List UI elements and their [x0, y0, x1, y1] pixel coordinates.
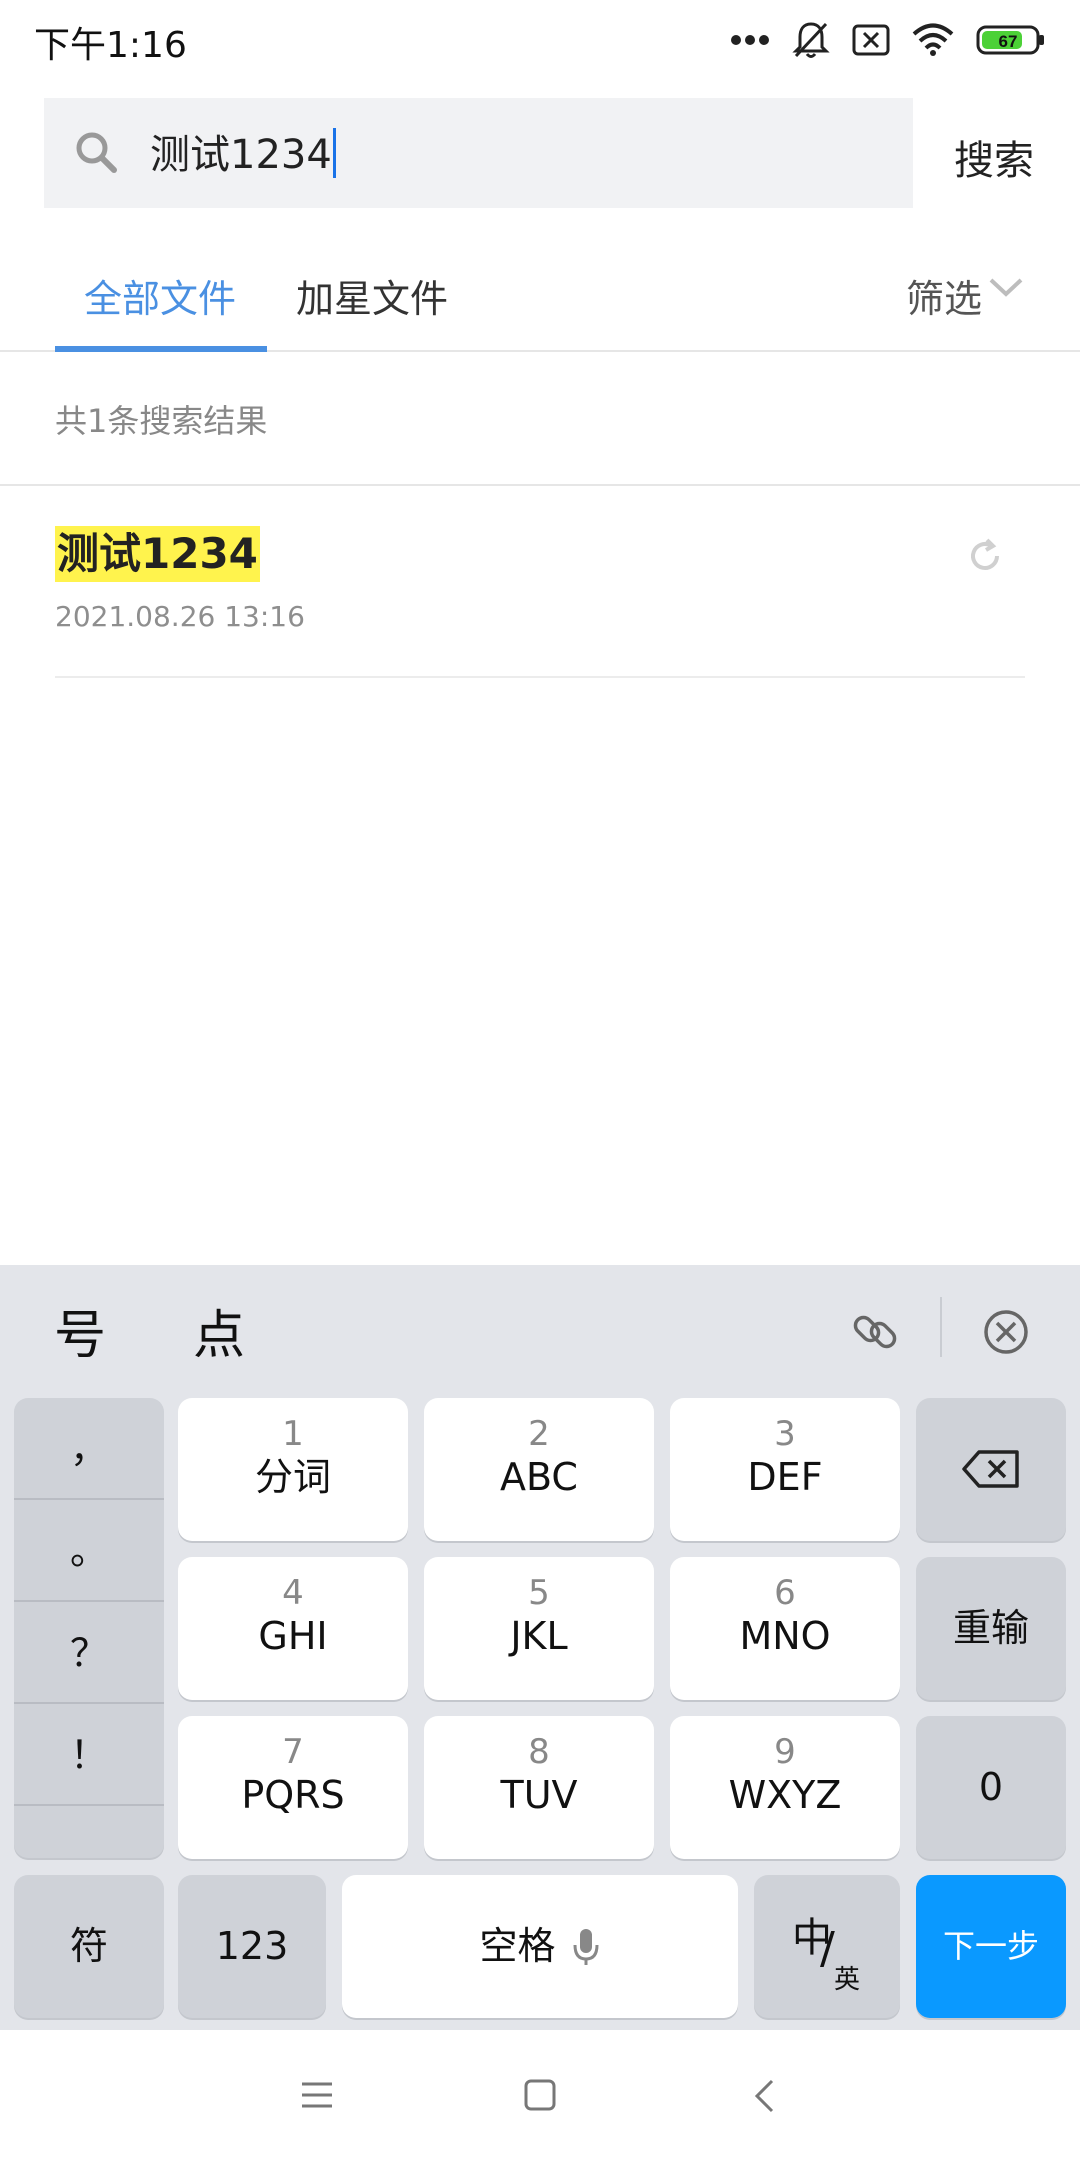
menu-icon[interactable]: [300, 2078, 334, 2112]
key-7[interactable]: 7 PQRS: [178, 1716, 408, 1859]
tab-all-files[interactable]: 全部文件: [84, 268, 236, 323]
zero-key[interactable]: 0: [916, 1716, 1066, 1859]
zero-label: 0: [978, 1765, 1004, 1809]
file-tabs: 全部文件 加星文件 筛选: [0, 250, 1080, 352]
key-number: 8: [528, 1732, 550, 1772]
refresh-icon[interactable]: [965, 536, 1005, 576]
search-input-value: 测试1234: [150, 132, 332, 178]
link-icon[interactable]: [850, 1307, 900, 1357]
next-step-label: 下一步: [942, 1927, 1039, 1965]
home-icon[interactable]: [523, 2078, 557, 2112]
lang-slash: /: [820, 1923, 835, 1974]
key-4[interactable]: 4 GHI: [178, 1557, 408, 1700]
key-5[interactable]: 5 JKL: [424, 1557, 654, 1700]
key-letters: WXYZ: [728, 1773, 842, 1817]
lang-sub-label: 英: [834, 1965, 861, 1995]
status-icons: 67: [730, 18, 1046, 62]
divider: [940, 1297, 942, 1357]
status-time: 下午1:16: [34, 25, 187, 66]
candidate-word[interactable]: 号: [54, 1293, 106, 1368]
search-button[interactable]: 搜索: [954, 128, 1034, 186]
key-letters: DEF: [747, 1455, 823, 1499]
navigation-bar: [0, 2030, 1080, 2160]
backspace-icon: [962, 1450, 1019, 1488]
key-number: 7: [282, 1732, 304, 1772]
status-bar: 下午1:16 67: [0, 0, 1080, 80]
text-caret: [332, 128, 336, 178]
key-letters: TUV: [500, 1773, 578, 1817]
language-switch-key[interactable]: 中 / 英: [754, 1875, 900, 2018]
numbers-key[interactable]: 123: [178, 1875, 326, 2018]
candidate-bar: 号 点: [0, 1265, 1080, 1395]
key-letters: MNO: [739, 1614, 831, 1658]
key-number: 6: [774, 1573, 796, 1613]
punct-key-exclaim[interactable]: ！: [14, 1704, 164, 1806]
key-number: 1: [282, 1414, 304, 1454]
key-letters: PQRS: [241, 1773, 345, 1817]
search-icon: [76, 132, 117, 173]
more-dots-icon: [731, 35, 769, 45]
next-step-key[interactable]: 下一步: [916, 1875, 1066, 2018]
symbols-key[interactable]: 符: [14, 1875, 164, 2018]
key-1[interactable]: 1 分词: [178, 1398, 408, 1541]
candidate-word[interactable]: 点: [193, 1293, 245, 1368]
key-letters: 分词: [254, 1455, 331, 1499]
wifi-icon: [912, 23, 954, 56]
key-number: 5: [528, 1573, 550, 1613]
key-number: 9: [774, 1732, 796, 1772]
search-input[interactable]: 测试1234: [150, 128, 336, 180]
key-6[interactable]: 6 MNO: [670, 1557, 900, 1700]
symbols-label: 符: [69, 1924, 108, 1968]
divider: [0, 484, 1080, 486]
retype-key[interactable]: 重输: [916, 1557, 1066, 1700]
punct-key-period[interactable]: 。: [14, 1500, 164, 1602]
key-letters: ABC: [500, 1455, 578, 1499]
list-item[interactable]: 测试1234 2021.08.26 13:16: [55, 522, 1025, 678]
filter-label: 筛选: [906, 277, 983, 321]
retype-label: 重输: [952, 1606, 1029, 1650]
active-tab-indicator: [55, 346, 267, 352]
space-label: 空格: [479, 1924, 556, 1968]
keyboard: 号 点 ， 。 ？ ！ 1 分词 2 ABC 3 DEF 4 GHI 5 JKL 6 MNO…: [0, 1265, 1080, 2030]
bell-muted-icon: [792, 22, 830, 58]
key-9[interactable]: 9 WXYZ: [670, 1716, 900, 1859]
key-number: 3: [774, 1414, 796, 1454]
key-number: 4: [282, 1573, 304, 1613]
numbers-label: 123: [215, 1924, 289, 1968]
backspace-key[interactable]: [916, 1398, 1066, 1541]
close-icon[interactable]: [982, 1308, 1030, 1356]
key-8[interactable]: 8 TUV: [424, 1716, 654, 1859]
filter-button[interactable]: 筛选: [906, 268, 982, 323]
space-key[interactable]: 空格: [342, 1875, 738, 2018]
punctuation-column: ， 。 ？ ！: [14, 1398, 164, 1858]
result-title: 测试1234: [55, 526, 260, 582]
tab-starred-files[interactable]: 加星文件: [296, 268, 448, 323]
battery-level-text: 67: [999, 32, 1018, 51]
chevron-down-icon: [989, 278, 1023, 297]
microphone-icon: [573, 1929, 599, 1965]
punct-key-comma[interactable]: ，: [14, 1398, 164, 1500]
key-letters: JKL: [510, 1614, 568, 1658]
key-number: 2: [528, 1414, 550, 1454]
key-letters: GHI: [258, 1614, 328, 1658]
battery-icon: 67: [976, 25, 1044, 55]
back-icon[interactable]: [752, 2078, 776, 2114]
result-count: 共1条搜索结果: [55, 402, 268, 440]
sim-off-icon: [852, 24, 890, 56]
search-box[interactable]: 测试1234: [44, 98, 913, 208]
key-3[interactable]: 3 DEF: [670, 1398, 900, 1541]
result-date: 2021.08.26 13:16: [55, 600, 305, 633]
punct-key-question[interactable]: ？: [14, 1602, 164, 1704]
key-2[interactable]: 2 ABC: [424, 1398, 654, 1541]
